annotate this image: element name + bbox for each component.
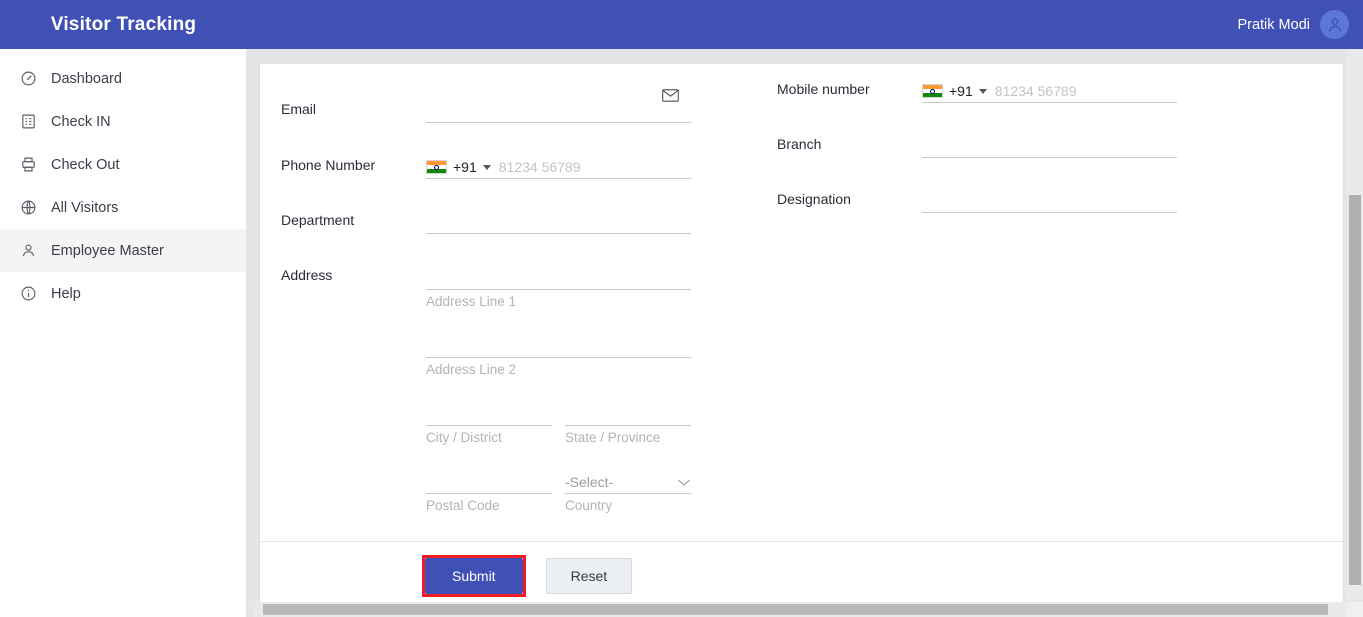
branch-label: Branch bbox=[777, 136, 822, 152]
address-line1-input[interactable] bbox=[426, 263, 691, 290]
postal-code-hint: Postal Code bbox=[426, 498, 500, 513]
sidebar-item-all-visitors[interactable]: All Visitors bbox=[0, 186, 246, 229]
sidebar-item-check-in[interactable]: Check IN bbox=[0, 100, 246, 143]
country-hint: Country bbox=[565, 498, 613, 513]
country-selected-value: -Select- bbox=[565, 474, 614, 490]
field-designation: Designation bbox=[777, 187, 1177, 213]
mobile-number-label: Mobile number bbox=[777, 81, 870, 97]
city-district-hint: City / District bbox=[426, 430, 502, 445]
caret-down-icon bbox=[978, 88, 987, 94]
mobile-country-selector[interactable]: +91 bbox=[922, 83, 995, 102]
address-control: Address Line 1 Address Line 2 City / Dis… bbox=[426, 263, 691, 513]
state-province-hint: State / Province bbox=[565, 430, 661, 445]
clipboard-list-icon bbox=[18, 112, 38, 132]
india-flag-icon bbox=[426, 160, 447, 174]
sidebar-item-label: Employee Master bbox=[51, 242, 164, 259]
state-province-input[interactable] bbox=[565, 399, 691, 426]
field-address: Address Address Line 1 Address Line 2 Ci… bbox=[281, 263, 691, 513]
designation-label: Designation bbox=[777, 191, 851, 207]
app-root: Visitor Tracking Pratik Modi Dashboard C… bbox=[0, 0, 1363, 617]
top-header-bar: Visitor Tracking Pratik Modi bbox=[0, 0, 1363, 49]
vertical-scrollbar-thumb[interactable] bbox=[1349, 195, 1361, 585]
address-postal-field: Postal Code bbox=[426, 467, 552, 513]
address-label: Address bbox=[281, 267, 333, 283]
person-avatar-icon[interactable] bbox=[1320, 10, 1349, 39]
email-label: Email bbox=[281, 101, 317, 117]
phone-number-input[interactable] bbox=[498, 159, 691, 178]
speedometer-icon bbox=[18, 69, 38, 89]
phone-country-selector[interactable]: +91 bbox=[426, 159, 499, 178]
field-email: Email bbox=[281, 89, 691, 123]
info-circle-icon bbox=[18, 284, 38, 304]
email-control bbox=[426, 89, 691, 123]
sidebar-item-help[interactable]: Help bbox=[0, 272, 246, 315]
department-label: Department bbox=[281, 212, 355, 228]
reset-button[interactable]: Reset bbox=[545, 557, 633, 594]
designation-control bbox=[922, 187, 1177, 213]
sidebar-item-label: Check Out bbox=[51, 156, 120, 173]
scrollbar-corner bbox=[1347, 602, 1363, 617]
horizontal-scrollbar-thumb[interactable] bbox=[263, 604, 1328, 615]
address-line2-hint: Address Line 2 bbox=[426, 362, 517, 377]
city-district-input[interactable] bbox=[426, 399, 552, 426]
phone-number-label: Phone Number bbox=[281, 157, 376, 173]
employee-master-form-card: Email Phone Number +91 81234 56789 Depar… bbox=[259, 63, 1344, 609]
sidebar-item-label: All Visitors bbox=[51, 199, 119, 216]
designation-input[interactable] bbox=[922, 187, 1177, 213]
mobile-input-wrapper: +91 bbox=[922, 77, 1177, 103]
branch-input[interactable] bbox=[922, 132, 1177, 158]
mobile-number-input[interactable] bbox=[994, 83, 1177, 102]
caret-down-icon bbox=[482, 164, 491, 170]
user-account-area[interactable]: Pratik Modi bbox=[1237, 10, 1363, 39]
email-input[interactable] bbox=[426, 97, 691, 123]
form-footer: Submit Reset bbox=[260, 542, 1343, 609]
phone-number-control: +91 bbox=[426, 153, 691, 179]
phone-input-wrapper: +91 bbox=[426, 153, 691, 179]
sidebar-item-employee-master[interactable]: Employee Master bbox=[0, 229, 246, 272]
address-postal-country-row: Postal Code -Select- Country bbox=[426, 467, 691, 513]
field-phone-number: Phone Number +91 bbox=[281, 153, 691, 179]
field-mobile-number: Mobile number +91 bbox=[777, 77, 1177, 103]
user-name-label: Pratik Modi bbox=[1237, 16, 1310, 33]
phone-country-code: +91 bbox=[453, 159, 477, 175]
field-branch: Branch bbox=[777, 132, 1177, 158]
address-line2-field: Address Line 2 bbox=[426, 331, 691, 377]
submit-button-highlight: Submit bbox=[422, 554, 526, 597]
content-area: Email Phone Number +91 81234 56789 Depar… bbox=[247, 49, 1363, 617]
sidebar-nav: Dashboard Check IN Check Out All Visitor… bbox=[0, 49, 247, 617]
submit-button[interactable]: Submit bbox=[425, 557, 523, 594]
department-input[interactable] bbox=[426, 208, 691, 234]
india-flag-icon bbox=[922, 84, 943, 98]
address-line2-input[interactable] bbox=[426, 331, 691, 358]
branch-control bbox=[922, 132, 1177, 158]
address-state-field: State / Province bbox=[565, 399, 691, 445]
printer-receipt-icon bbox=[18, 155, 38, 175]
sidebar-item-label: Help bbox=[51, 285, 81, 302]
form-body: Email Phone Number +91 81234 56789 Depar… bbox=[260, 64, 1343, 541]
globe-icon bbox=[18, 198, 38, 218]
sidebar-item-label: Dashboard bbox=[51, 70, 122, 87]
brand-title: Visitor Tracking bbox=[50, 13, 197, 35]
address-country-field: -Select- Country bbox=[565, 467, 691, 513]
address-city-state-row: City / District State / Province bbox=[426, 399, 691, 445]
address-city-field: City / District bbox=[426, 399, 552, 445]
field-department: Department bbox=[281, 208, 691, 234]
country-select[interactable]: -Select- bbox=[565, 467, 691, 494]
mobile-country-code: +91 bbox=[949, 83, 973, 99]
person-icon bbox=[18, 241, 38, 261]
department-control bbox=[426, 208, 691, 234]
address-line1-hint: Address Line 1 bbox=[426, 294, 517, 309]
address-line1-field: Address Line 1 bbox=[426, 263, 691, 309]
chevron-down-icon bbox=[677, 474, 691, 493]
sidebar-item-dashboard[interactable]: Dashboard bbox=[0, 57, 246, 100]
mobile-number-control: +91 bbox=[922, 77, 1177, 103]
sidebar-item-check-out[interactable]: Check Out bbox=[0, 143, 246, 186]
postal-code-input[interactable] bbox=[426, 467, 552, 494]
sidebar-item-label: Check IN bbox=[51, 113, 111, 130]
